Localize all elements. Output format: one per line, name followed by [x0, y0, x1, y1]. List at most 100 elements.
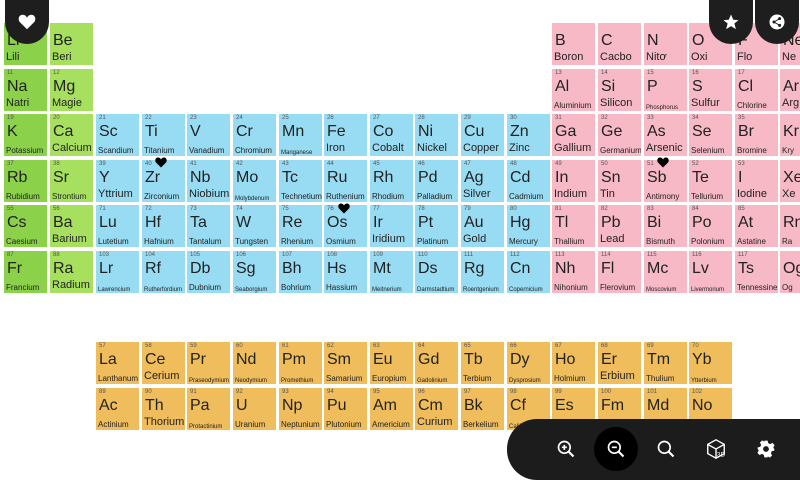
element-cell-v[interactable]: 23 V Vanadium [187, 114, 230, 156]
element-cell-ce[interactable]: 58 Ce Cerium [142, 342, 185, 384]
element-cell-bi[interactable]: 83 Bi Bismuth [644, 205, 687, 247]
element-cell-tm[interactable]: 69 Tm Thulium [644, 342, 687, 384]
element-cell-cu[interactable]: 29 Cu Copper [461, 114, 504, 156]
zoom-in-button[interactable] [544, 427, 588, 471]
element-cell-n[interactable]: N Nitơ [644, 23, 687, 65]
element-cell-rb[interactable]: 37 Rb Rubidium [4, 160, 47, 202]
element-cell-bk[interactable]: 97 Bk Berkelium [461, 388, 504, 430]
element-cell-as[interactable]: 33 As Arsenic [644, 114, 687, 156]
element-cell-hs[interactable]: 108 Hs Hassium [324, 251, 367, 293]
element-cell-re[interactable]: 75 Re Rhenium [279, 205, 322, 247]
element-cell-pb[interactable]: 82 Pb Lead [598, 205, 641, 247]
element-cell-tl[interactable]: 81 Tl Thallium [552, 205, 595, 247]
element-cell-ts[interactable]: 117 Ts Tennessine [735, 251, 778, 293]
element-cell-np[interactable]: 93 Np Neptunium [279, 388, 322, 430]
element-cell-cn[interactable]: 112 Cn Copernicium [507, 251, 550, 293]
element-cell-u[interactable]: 92 U Uranium [233, 388, 276, 430]
element-cell-sn[interactable]: 50 Sn Tin [598, 160, 641, 202]
element-cell-ru[interactable]: 44 Ru Ruthenium [324, 160, 367, 202]
element-cell-si[interactable]: 14 Si Silicon [598, 69, 641, 111]
share-button[interactable] [755, 0, 799, 44]
element-cell-rh[interactable]: 45 Rh Rhodium [370, 160, 413, 202]
element-cell-og[interactable]: Og Og [780, 251, 800, 293]
element-cell-sr[interactable]: 38 Sr Strontium [50, 160, 93, 202]
element-cell-pr[interactable]: 59 Pr Praseodymium [187, 342, 230, 384]
element-cell-pd[interactable]: 46 Pd Palladium [415, 160, 458, 202]
element-cell-pa[interactable]: 91 Pa Protactinium [187, 388, 230, 430]
element-cell-cs[interactable]: 55 Cs Caesium [4, 205, 47, 247]
element-cell-br[interactable]: 35 Br Bromine [735, 114, 778, 156]
element-cell-mt[interactable]: 109 Mt Meitnerium [370, 251, 413, 293]
element-cell-i[interactable]: 53 I Iodine [735, 160, 778, 202]
element-cell-pm[interactable]: 61 Pm Promethium [279, 342, 322, 384]
element-cell-am[interactable]: 95 Am Americium [370, 388, 413, 430]
element-cell-b[interactable]: B Boron [552, 23, 595, 65]
element-cell-cd[interactable]: 48 Cd Cadmium [507, 160, 550, 202]
element-cell-fe[interactable]: 26 Fe Iron [324, 114, 367, 156]
element-cell-cr[interactable]: 24 Cr Chromium [233, 114, 276, 156]
search-button[interactable] [644, 427, 688, 471]
element-cell-al[interactable]: 13 Al Aluminium [552, 69, 595, 111]
element-cell-mc[interactable]: 115 Mc Moscovium [644, 251, 687, 293]
element-cell-yb[interactable]: 70 Yb Ytterbium [689, 342, 732, 384]
element-cell-ar[interactable]: Ar Arg [780, 69, 800, 111]
element-cell-kr[interactable]: Kr Kry [780, 114, 800, 156]
element-cell-mn[interactable]: 25 Mn Manganese [279, 114, 322, 156]
element-cell-ir[interactable]: 77 Ir Iridium [370, 205, 413, 247]
element-cell-zn[interactable]: 30 Zn Zinc [507, 114, 550, 156]
element-cell-lv[interactable]: 116 Lv Livermorium [689, 251, 732, 293]
element-cell-pu[interactable]: 94 Pu Plutonium [324, 388, 367, 430]
element-cell-p[interactable]: 15 P Phosphorus [644, 69, 687, 111]
element-cell-ge[interactable]: 32 Ge Germanium [598, 114, 641, 156]
element-cell-ta[interactable]: 73 Ta Tantalum [187, 205, 230, 247]
element-cell-pt[interactable]: 78 Pt Platinum [415, 205, 458, 247]
element-cell-nd[interactable]: 60 Nd Neodymium [233, 342, 276, 384]
element-cell-lu[interactable]: 71 Lu Lutetium [96, 205, 139, 247]
element-cell-at[interactable]: 85 At Astatine [735, 205, 778, 247]
element-cell-rn[interactable]: Rn Ra [780, 205, 800, 247]
element-cell-sc[interactable]: 21 Sc Scandium [96, 114, 139, 156]
settings-button[interactable] [744, 427, 788, 471]
element-cell-ga[interactable]: 31 Ga Gallium [552, 114, 595, 156]
element-cell-ho[interactable]: 67 Ho Holmium [552, 342, 595, 384]
element-cell-db[interactable]: 105 Db Dubnium [187, 251, 230, 293]
element-cell-bh[interactable]: 107 Bh Bohrium [279, 251, 322, 293]
element-cell-xe[interactable]: Xe Xe [780, 160, 800, 202]
zoom-out-button[interactable] [594, 427, 638, 471]
element-cell-ti[interactable]: 22 Ti Titanium [142, 114, 185, 156]
element-cell-tc[interactable]: 43 Tc Technetium [279, 160, 322, 202]
element-cell-be[interactable]: Be Beri [50, 23, 93, 65]
element-cell-th[interactable]: 90 Th Thorium [142, 388, 185, 430]
element-cell-fr[interactable]: 87 Fr Francium [4, 251, 47, 293]
element-cell-dy[interactable]: 66 Dy Dysprosium [507, 342, 550, 384]
element-cell-w[interactable]: 74 W Tungsten [233, 205, 276, 247]
element-cell-nh[interactable]: 113 Nh Nihonium [552, 251, 595, 293]
element-cell-mg[interactable]: 12 Mg Magie [50, 69, 93, 111]
element-cell-co[interactable]: 27 Co Cobalt [370, 114, 413, 156]
element-cell-hg[interactable]: 80 Hg Mercury [507, 205, 550, 247]
element-cell-ag[interactable]: 47 Ag Silver [461, 160, 504, 202]
element-cell-ca[interactable]: 20 Ca Calcium [50, 114, 93, 156]
element-cell-hf[interactable]: 72 Hf Hafnium [142, 205, 185, 247]
element-cell-eu[interactable]: 63 Eu Europium [370, 342, 413, 384]
element-cell-ds[interactable]: 110 Ds Darmstadtium [415, 251, 458, 293]
element-cell-la[interactable]: 57 La Lanthanum [96, 342, 139, 384]
element-cell-y[interactable]: 39 Y Yttrium [96, 160, 139, 202]
element-cell-po[interactable]: 84 Po Polonium [689, 205, 732, 247]
starred-button[interactable] [709, 0, 753, 44]
element-cell-cm[interactable]: 96 Cm Curium [415, 388, 458, 430]
element-cell-nb[interactable]: 41 Nb Niobium [187, 160, 230, 202]
element-cell-na[interactable]: 11 Na Natri [4, 69, 47, 111]
element-cell-ra[interactable]: 88 Ra Radium [50, 251, 93, 293]
element-cell-ba[interactable]: 56 Ba Barium [50, 205, 93, 247]
element-cell-in[interactable]: 49 In Indium [552, 160, 595, 202]
element-cell-mo[interactable]: 42 Mo Molybdenum [233, 160, 276, 202]
element-cell-rf[interactable]: 104 Rf Rutherfordium [142, 251, 185, 293]
element-cell-tb[interactable]: 65 Tb Terbium [461, 342, 504, 384]
element-cell-ni[interactable]: 28 Ni Nickel [415, 114, 458, 156]
element-cell-er[interactable]: 68 Er Erbium [598, 342, 641, 384]
element-cell-au[interactable]: 79 Au Gold [461, 205, 504, 247]
element-cell-lr[interactable]: 103 Lr Lawrencium [96, 251, 139, 293]
element-cell-sg[interactable]: 106 Sg Seaborgium [233, 251, 276, 293]
element-cell-k[interactable]: 19 K Potassium [4, 114, 47, 156]
